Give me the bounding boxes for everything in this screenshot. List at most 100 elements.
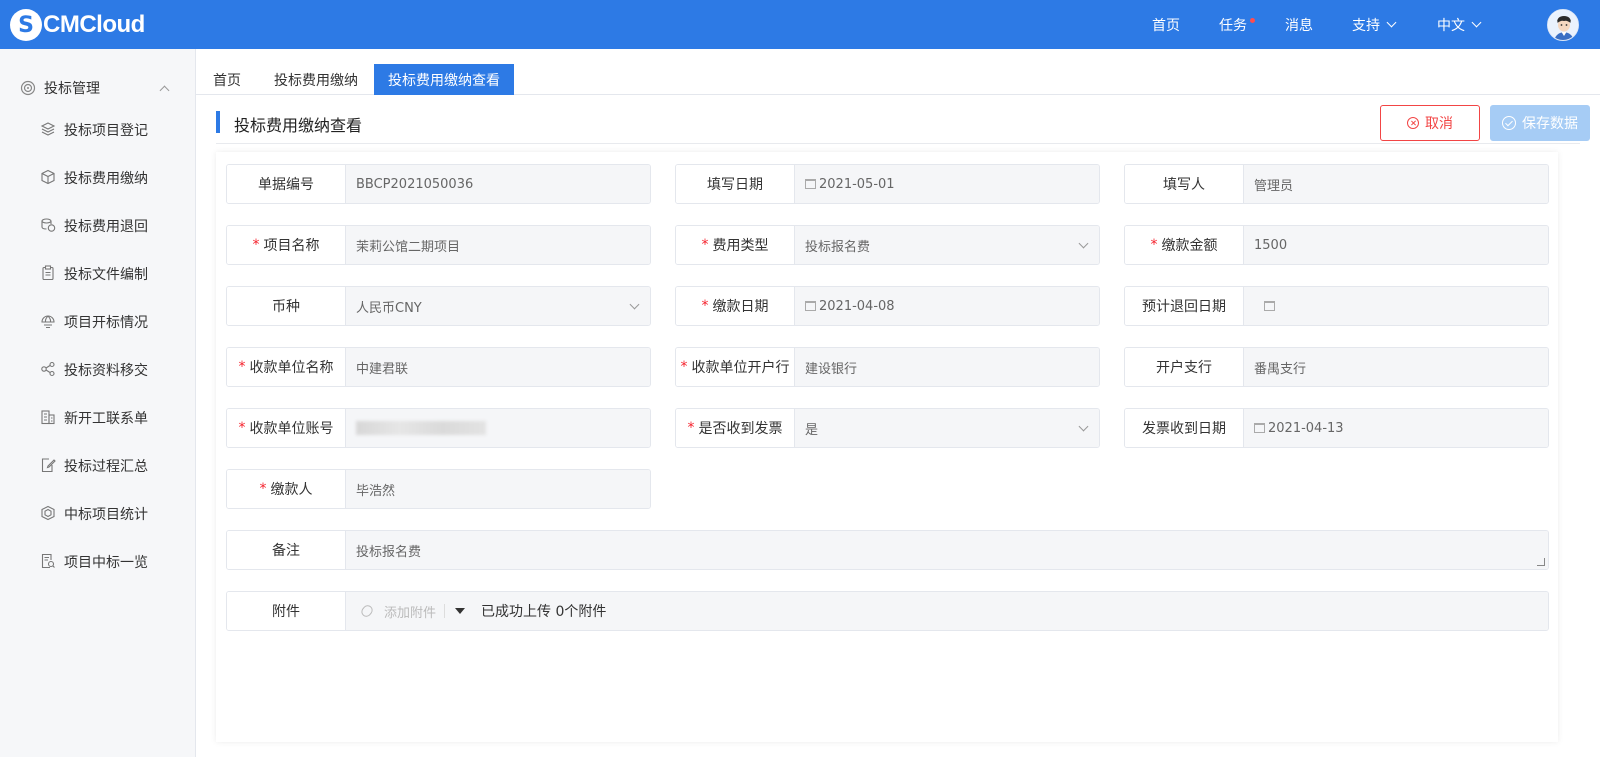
save-button[interactable]: 保存数据 (1490, 105, 1590, 141)
sidebar-item-process-summary[interactable]: 投标过程汇总 (0, 441, 196, 489)
sidebar-group-label: 投标管理 (44, 81, 100, 97)
invoice-received-select[interactable]: 是 (795, 409, 1099, 447)
field-amount: * 缴款金额 1500 (1124, 225, 1549, 265)
remark-textarea[interactable]: 投标报名费 (346, 531, 1548, 569)
target-icon (20, 80, 36, 96)
sidebar-item-label: 项目开标情况 (64, 315, 148, 331)
tasks-notification-dot (1250, 18, 1255, 23)
nav-support-label: 支持 (1352, 17, 1380, 34)
chevron-down-icon (1078, 421, 1089, 432)
field-label: 币种 (227, 287, 346, 325)
field-label: * 项目名称 (227, 226, 346, 264)
chevron-down-icon (1078, 238, 1089, 249)
sidebar-item-label: 中标项目统计 (64, 507, 148, 523)
field-project-name: * 项目名称 茉莉公馆二期项目 (226, 225, 651, 265)
pay-date-picker[interactable]: 2021-04-08 (795, 287, 1099, 325)
check-circle-icon (1502, 116, 1516, 130)
redacted-value (356, 421, 486, 435)
sidebar-item-label: 投标文件编制 (64, 267, 148, 283)
sidebar-item-label: 项目中标一览 (64, 555, 148, 571)
caret-down-icon[interactable] (455, 608, 466, 614)
doc-no-input[interactable]: BBCP2021050036 (346, 165, 650, 203)
nav-messages[interactable]: 消息 (1285, 15, 1313, 35)
field-attachment: 附件 添加附件 已成功上传 0个附件 (226, 591, 1549, 631)
field-filler: 填写人 管理员 (1124, 164, 1549, 204)
filler-input[interactable]: 管理员 (1244, 165, 1548, 203)
sidebar-item-label: 投标费用退回 (64, 219, 148, 235)
edit-doc-icon (41, 458, 56, 473)
sidebar-item-bid-document[interactable]: 投标文件编制 (0, 249, 196, 297)
chevron-down-icon (1386, 17, 1397, 28)
field-label: * 缴款人 (227, 470, 346, 508)
field-payer: * 缴款人 毕浩然 (226, 469, 651, 509)
branch-input[interactable]: 番禺支行 (1244, 348, 1548, 386)
chevron-down-icon (1471, 17, 1482, 28)
cancel-button[interactable]: 取消 (1380, 105, 1480, 141)
tab-fee-payment[interactable]: 投标费用缴纳 (258, 64, 374, 95)
return-date-picker[interactable] (1244, 287, 1548, 325)
field-invoice-date: 发票收到日期 2021-04-13 (1124, 408, 1549, 448)
sidebar: 投标管理 投标项目登记 投标费用缴纳 投标费用退回 投标文件编制 项目开标情况 … (0, 49, 196, 757)
currency-select[interactable]: 人民币CNY (346, 287, 650, 325)
nav-support[interactable]: 支持 (1352, 15, 1397, 35)
chevron-down-icon (629, 299, 640, 310)
sidebar-item-winning-overview[interactable]: 项目中标一览 (0, 537, 196, 585)
field-pay-date: * 缴款日期 2021-04-08 (675, 286, 1100, 326)
upload-status: 已成功上传 0个附件 (481, 604, 607, 620)
field-payee-bank: * 收款单位开户行 建设银行 (675, 347, 1100, 387)
field-label: 填写人 (1125, 165, 1244, 203)
sidebar-item-winning-stats[interactable]: 中标项目统计 (0, 489, 196, 537)
fill-date-picker[interactable]: 2021-05-01 (795, 165, 1099, 203)
main-content: 投标费用缴纳查看 取消 保存数据 单据编号 BBCP2021050036 填写日… (196, 95, 1600, 757)
invoice-date-picker[interactable]: 2021-04-13 (1244, 409, 1548, 447)
page-title: 投标费用缴纳查看 (234, 116, 363, 135)
sidebar-item-data-transfer[interactable]: 投标资料移交 (0, 345, 196, 393)
save-button-label: 保存数据 (1522, 116, 1578, 132)
field-doc-no: 单据编号 BBCP2021050036 (226, 164, 651, 204)
payee-account-input[interactable] (346, 409, 650, 447)
hexagon-icon (41, 505, 55, 521)
sidebar-item-fee-refund[interactable]: 投标费用退回 (0, 201, 196, 249)
close-circle-icon (1407, 117, 1419, 129)
nav-home[interactable]: 首页 (1152, 15, 1180, 35)
avatar-icon (1548, 10, 1578, 40)
sidebar-item-label: 新开工联系单 (64, 411, 148, 427)
logo[interactable]: S CMCloud (10, 9, 145, 41)
field-label: 备注 (227, 531, 346, 569)
field-label: * 收款单位账号 (227, 409, 346, 447)
sidebar-item-label: 投标费用缴纳 (64, 171, 148, 187)
nav-tasks[interactable]: 任务 (1219, 15, 1247, 35)
user-avatar[interactable] (1547, 9, 1579, 41)
paperclip-icon (359, 603, 375, 619)
fee-type-select[interactable]: 投标报名费 (795, 226, 1099, 264)
tab-fee-payment-view[interactable]: 投标费用缴纳查看 (374, 64, 514, 95)
cancel-button-label: 取消 (1425, 116, 1453, 132)
language-selector[interactable]: 中文 (1437, 15, 1482, 35)
add-attachment-label: 添加附件 (384, 605, 437, 621)
field-label: 预计退回日期 (1125, 287, 1244, 325)
doc-search-icon (41, 553, 55, 569)
resize-handle[interactable] (1537, 558, 1545, 566)
sidebar-item-bid-opening[interactable]: 项目开标情况 (0, 297, 196, 345)
sidebar-item-bid-registration[interactable]: 投标项目登记 (0, 105, 196, 153)
page-header: 投标费用缴纳查看 (216, 109, 1580, 144)
payee-bank-input[interactable]: 建设银行 (795, 348, 1099, 386)
field-payee-account: * 收款单位账号 (226, 408, 651, 448)
tab-home[interactable]: 首页 (196, 64, 258, 95)
field-label: * 收款单位开户行 (676, 348, 795, 386)
amount-input[interactable]: 1500 (1244, 226, 1548, 264)
payer-input[interactable]: 毕浩然 (346, 470, 650, 508)
project-name-input[interactable]: 茉莉公馆二期项目 (346, 226, 650, 264)
logo-text: CMCloud (43, 11, 145, 38)
add-attachment-button[interactable]: 添加附件 (356, 602, 436, 621)
sidebar-item-label: 投标项目登记 (64, 123, 148, 139)
field-label: 开户支行 (1125, 348, 1244, 386)
field-fee-type: * 费用类型 投标报名费 (675, 225, 1100, 265)
sidebar-item-new-construction[interactable]: 新开工联系单 (0, 393, 196, 441)
form-panel: 单据编号 BBCP2021050036 填写日期 2021-05-01 填写人 … (216, 152, 1558, 742)
payee-name-input[interactable]: 中建君联 (346, 348, 650, 386)
clipboard-icon (42, 265, 54, 281)
sidebar-item-label: 投标过程汇总 (64, 459, 148, 475)
calendar-icon (805, 301, 816, 311)
sidebar-item-fee-payment[interactable]: 投标费用缴纳 (0, 153, 196, 201)
